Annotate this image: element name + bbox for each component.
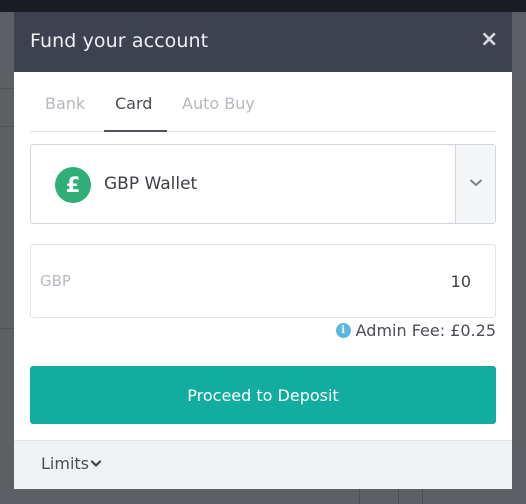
- close-icon[interactable]: ×: [480, 29, 498, 51]
- modal-title: Fund your account: [30, 30, 209, 52]
- tab-bank[interactable]: Bank: [30, 92, 104, 132]
- amount-input[interactable]: [271, 269, 471, 293]
- admin-fee-text: Admin Fee: £0.25: [355, 320, 496, 340]
- payment-method-tabs: Bank Card Auto Buy: [30, 92, 496, 132]
- currency-label: GBP: [40, 272, 71, 290]
- chevron-down-icon: [91, 459, 101, 467]
- wallet-select[interactable]: £ GBP Wallet: [30, 144, 496, 224]
- background-bottom-strip: [14, 488, 512, 504]
- tab-card[interactable]: Card: [104, 92, 167, 132]
- modal-header: Fund your account ×: [14, 12, 512, 72]
- background-right-strip: [512, 12, 526, 504]
- pound-sign-icon: £: [55, 167, 91, 203]
- modal-footer: Limits: [14, 440, 512, 489]
- background-topbar: [0, 0, 526, 12]
- info-icon: i: [335, 322, 351, 338]
- wallet-label: GBP Wallet: [104, 174, 198, 194]
- proceed-to-deposit-button[interactable]: Proceed to Deposit: [30, 366, 496, 424]
- fund-account-modal: Fund your account × Bank Card Auto Buy £…: [14, 12, 512, 489]
- amount-field[interactable]: GBP: [30, 244, 496, 318]
- limits-label: Limits: [41, 454, 89, 473]
- admin-fee: i Admin Fee: £0.25: [335, 320, 496, 340]
- chevron-down-icon: [470, 179, 482, 186]
- background-left-strip: [0, 12, 14, 504]
- tab-auto-buy[interactable]: Auto Buy: [182, 92, 272, 132]
- limits-toggle[interactable]: Limits: [41, 454, 101, 473]
- wallet-dropdown-button[interactable]: [455, 145, 495, 223]
